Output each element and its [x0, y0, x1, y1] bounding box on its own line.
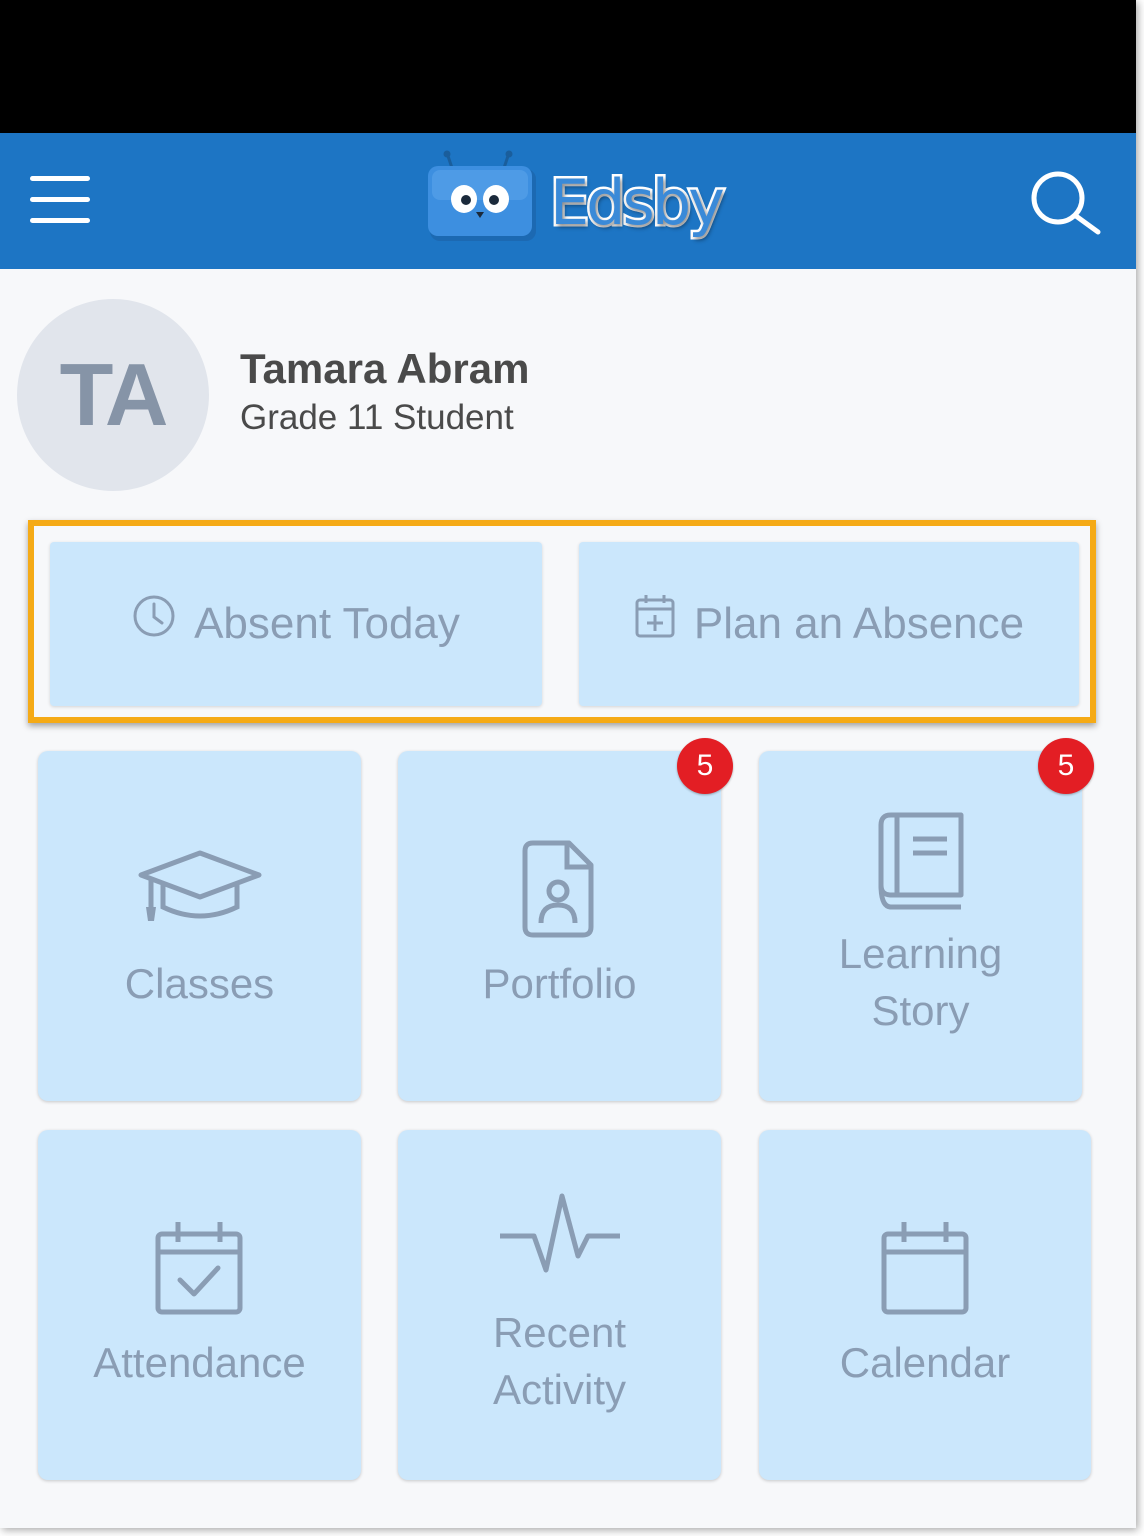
tile-label: Activity: [492, 1366, 626, 1413]
tile-learning-story[interactable]: Learning Story: [759, 751, 1082, 1101]
tile-recent-activity[interactable]: Recent Activity: [398, 1130, 721, 1480]
tile-portfolio[interactable]: Portfolio: [398, 751, 721, 1101]
tile-classes[interactable]: Classes: [38, 751, 361, 1101]
book-icon: [878, 812, 964, 910]
graduation-cap-icon: [138, 850, 262, 921]
tile-attendance[interactable]: Attendance: [38, 1130, 361, 1480]
tile-label: Attendance: [93, 1339, 306, 1386]
menu-button[interactable]: [30, 176, 90, 226]
hamburger-icon: [30, 176, 90, 181]
tile-label: Classes: [124, 960, 275, 1007]
tile-label: Portfolio: [482, 960, 637, 1007]
highlight-box: [28, 520, 1096, 723]
avatar[interactable]: TA: [17, 299, 209, 491]
app-name: Edsby: [548, 164, 728, 242]
pulse-icon: [500, 1193, 620, 1273]
calendar-check-icon: [155, 1222, 243, 1315]
calendar-icon: [881, 1222, 969, 1315]
user-role: Grade 11 Student: [240, 398, 514, 437]
tile-label: Learning: [838, 930, 1003, 977]
tile-label: Recent: [492, 1309, 627, 1356]
user-name: Tamara Abram: [240, 345, 530, 392]
tile-label: Story: [871, 987, 970, 1034]
portfolio-document-icon: [522, 840, 594, 938]
learning-story-badge: 5: [1038, 738, 1094, 794]
portfolio-badge: 5: [677, 738, 733, 794]
app-frame: Edsby TA Tamara Abram Grade 11 Student A…: [0, 0, 1136, 1528]
tile-calendar[interactable]: Calendar: [759, 1130, 1091, 1480]
status-bar: [0, 0, 1136, 133]
tile-label: Calendar: [839, 1339, 1011, 1386]
search-icon[interactable]: [1026, 168, 1104, 236]
